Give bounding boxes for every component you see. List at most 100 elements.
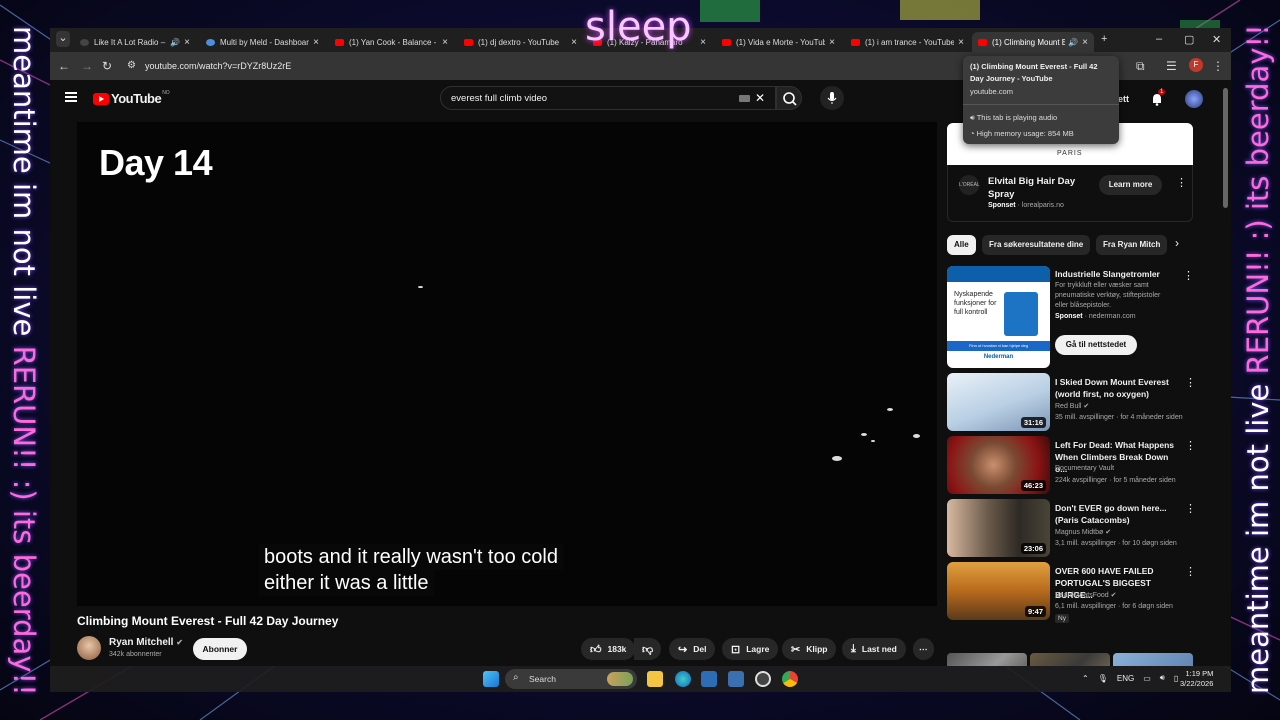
- reading-list-icon[interactable]: ☰: [1166, 59, 1177, 73]
- back-arrow-icon[interactable]: ←: [58, 59, 70, 73]
- reload-icon[interactable]: ↻: [102, 59, 112, 73]
- clear-search-icon[interactable]: ✕: [755, 91, 765, 105]
- mix-thumbnails[interactable]: [947, 653, 1193, 666]
- search-button[interactable]: [776, 86, 802, 110]
- close-icon[interactable]: ×: [958, 37, 964, 48]
- channel-name[interactable]: Red Bull ✔: [1055, 402, 1089, 410]
- video-title[interactable]: Don't EVER go down here... (Paris Cataco…: [1055, 502, 1177, 526]
- more-actions-button[interactable]: ⋯: [913, 638, 934, 660]
- search-box[interactable]: everest full climb video ✕: [440, 86, 776, 110]
- channel-name[interactable]: Documentary Vault: [1055, 465, 1114, 472]
- more-vert-icon[interactable]: ⋮: [1185, 376, 1196, 389]
- battery-icon[interactable]: ▯: [1174, 674, 1178, 683]
- tab-yan-cook[interactable]: (1) Yan Cook - Balance - Y ×: [329, 32, 454, 52]
- file-explorer-icon[interactable]: [647, 671, 663, 687]
- close-icon[interactable]: ×: [1082, 37, 1088, 48]
- dislike-button[interactable]: 👎︎: [634, 638, 662, 660]
- more-vert-icon[interactable]: ⋮: [1176, 176, 1187, 189]
- keyboard-icon[interactable]: [739, 95, 750, 102]
- more-vert-icon[interactable]: ⋮: [1185, 439, 1196, 452]
- app-icon[interactable]: [728, 671, 744, 687]
- share-button[interactable]: ↪ Del: [669, 638, 716, 660]
- network-icon[interactable]: ▭: [1143, 674, 1151, 683]
- mix-thumbnail[interactable]: [1113, 653, 1193, 666]
- new-tab-plus-icon[interactable]: +: [1101, 33, 1107, 45]
- notifications-bell-icon[interactable]: 1: [1150, 89, 1166, 106]
- learn-more-button[interactable]: Learn more: [1099, 175, 1162, 195]
- tab-search-button[interactable]: ⌄: [56, 31, 70, 47]
- menu-hamburger-icon[interactable]: [65, 92, 77, 102]
- clock[interactable]: 1:19 PM 3/22/2026: [1180, 669, 1213, 689]
- tab-i-am-trance[interactable]: (1) i am trance - YouTube ×: [845, 32, 970, 52]
- download-button[interactable]: ⤓ Last ned: [842, 638, 906, 660]
- tab-like-it-a-lot[interactable]: Like It A Lot Radio – T 🔊 ×: [74, 32, 196, 52]
- save-button[interactable]: ⊡ Lagre: [722, 638, 779, 660]
- edge-browser-icon[interactable]: [675, 671, 691, 687]
- page-scrollbar[interactable]: [1223, 88, 1228, 208]
- recommended-video[interactable]: 31:16 I Skied Down Mount Everest (world …: [947, 373, 1196, 433]
- clip-button[interactable]: ✂ Klipp: [782, 638, 837, 660]
- chip-all[interactable]: Alle: [947, 235, 976, 255]
- close-icon[interactable]: ×: [313, 37, 319, 48]
- chrome-icon[interactable]: [782, 671, 798, 687]
- obs-icon[interactable]: [755, 671, 771, 687]
- close-icon[interactable]: ×: [442, 37, 448, 48]
- tab-vida-e-morte[interactable]: (1) Vida e Morte - YouTub ×: [716, 32, 841, 52]
- recommended-video[interactable]: 46:23 Left For Dead: What Happens When C…: [947, 436, 1196, 496]
- more-vert-icon[interactable]: ⋮: [1185, 502, 1196, 515]
- chevron-up-icon[interactable]: ⌃: [1082, 674, 1089, 683]
- channel-name[interactable]: BeardMeatsFood ✔: [1055, 591, 1117, 599]
- more-vert-icon[interactable]: ⋮: [1185, 565, 1196, 578]
- video-thumbnail[interactable]: 23:06: [947, 499, 1050, 557]
- voice-search-button[interactable]: [820, 86, 844, 110]
- taskbar-search[interactable]: ⌕ Search: [505, 669, 637, 689]
- video-player[interactable]: Day 14 boots and it really wasn't too co…: [77, 122, 937, 606]
- sponsored-title[interactable]: Industrielle Slangetromler: [1055, 269, 1160, 279]
- visit-site-button[interactable]: Gå til nettstedet: [1055, 335, 1137, 355]
- minimize-icon[interactable]: –: [1156, 33, 1162, 45]
- recommended-video[interactable]: 23:06 Don't EVER go down here... (Paris …: [947, 499, 1196, 559]
- video-thumbnail[interactable]: 9:47: [947, 562, 1050, 620]
- speaker-icon[interactable]: 🔊: [1068, 38, 1078, 47]
- start-windows-icon[interactable]: [483, 671, 499, 687]
- speaker-icon[interactable]: 🔊: [170, 38, 180, 47]
- ad-card[interactable]: L'ORÉAL Elvital Big Hair Day Spray Spons…: [947, 165, 1193, 222]
- youtube-logo[interactable]: YouTube NO: [93, 90, 170, 106]
- microphone-icon[interactable]: 🎙︎: [1098, 674, 1108, 683]
- close-icon[interactable]: ×: [829, 37, 835, 48]
- mix-thumbnail[interactable]: [1030, 653, 1110, 666]
- close-icon[interactable]: ×: [571, 37, 577, 48]
- close-window-icon[interactable]: ✕: [1212, 33, 1221, 46]
- menu-kebab-icon[interactable]: ⋮: [1212, 59, 1224, 73]
- video-title[interactable]: I Skied Down Mount Everest (world first,…: [1055, 376, 1177, 400]
- profile-avatar[interactable]: F: [1189, 58, 1203, 72]
- create-button[interactable]: ett: [1118, 94, 1129, 104]
- site-info-icon[interactable]: ⚙: [127, 59, 136, 73]
- recommended-video[interactable]: 9:47 OVER 600 HAVE FAILED PORTUGAL'S BIG…: [947, 562, 1196, 623]
- ad-title[interactable]: Elvital Big Hair Day Spray: [988, 175, 1083, 201]
- chip-from-channel[interactable]: Fra Ryan Mitch: [1096, 235, 1168, 255]
- account-avatar[interactable]: [1185, 90, 1203, 108]
- channel-avatar[interactable]: [77, 636, 101, 660]
- address-bar[interactable]: youtube.com/watch?v=rDYZr8Uz2rE: [145, 61, 291, 71]
- language-indicator[interactable]: ENG: [1117, 674, 1134, 683]
- extensions-icon[interactable]: ⧉: [1136, 59, 1145, 73]
- forward-arrow-icon[interactable]: →: [81, 59, 93, 73]
- close-icon[interactable]: ×: [184, 37, 190, 48]
- app-store-icon[interactable]: [701, 671, 717, 687]
- tab-climbing-everest[interactable]: (1) Climbing Mount E 🔊 ×: [972, 32, 1094, 52]
- close-icon[interactable]: ×: [700, 37, 706, 48]
- tab-multi-meld[interactable]: Multi by Meld - Dashboar ×: [200, 32, 325, 52]
- channel-name[interactable]: Ryan Mitchell ✔: [109, 637, 183, 648]
- chip-from-search[interactable]: Fra søkeresultatene dine: [982, 235, 1091, 255]
- more-vert-icon[interactable]: ⋮: [1183, 269, 1194, 282]
- subscribe-button[interactable]: Abonner: [193, 638, 247, 660]
- mix-thumbnail[interactable]: [947, 653, 1027, 666]
- chevron-right-icon[interactable]: ›: [1175, 236, 1179, 250]
- volume-icon[interactable]: 🔊︎: [1160, 673, 1165, 683]
- like-button[interactable]: 👍︎ 183k: [581, 638, 636, 660]
- channel-name[interactable]: Magnus Midtbø ✔: [1055, 528, 1111, 536]
- search-input[interactable]: everest full climb video: [451, 93, 547, 104]
- tab-dj-dextro[interactable]: (1) dj dextro - YouTube ×: [458, 32, 583, 52]
- video-thumbnail[interactable]: 46:23: [947, 436, 1050, 494]
